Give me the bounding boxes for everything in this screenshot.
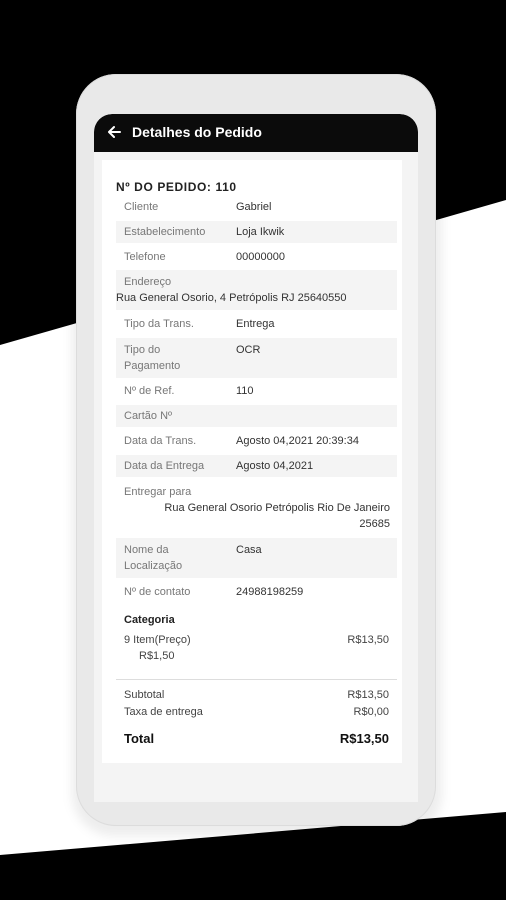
field-row-ref: Nº de Ref. 110 <box>116 380 397 402</box>
field-row-data-entrega: Data da Entrega Agosto 04,2021 <box>116 455 397 477</box>
field-label: Tipo da Trans. <box>124 318 194 330</box>
field-value: Casa <box>236 544 262 556</box>
delivery-fee-label: Taxa de entrega <box>124 706 203 718</box>
field-label: Telefone <box>124 251 166 263</box>
field-value: 25685 <box>359 518 390 530</box>
field-row-estabelecimento: Estabelecimento Loja Ikwik <box>116 221 397 243</box>
field-label: Cartão Nº <box>124 410 173 422</box>
item-total: R$13,50 <box>347 634 389 646</box>
field-value: Agosto 04,2021 20:39:34 <box>236 435 359 447</box>
phone-screen: Detalhes do Pedido Nº DO PEDIDO: 110 Cli… <box>94 114 418 802</box>
total-label: Total <box>124 731 155 746</box>
field-label: Entregar para <box>124 486 192 498</box>
page-title: Detalhes do Pedido <box>132 124 262 140</box>
field-value: 00000000 <box>236 251 285 263</box>
field-value: Gabriel <box>236 201 272 213</box>
field-value: Loja Ikwik <box>236 226 285 238</box>
field-row-tipo-pagamento: Tipo do Pagamento OCR <box>116 338 397 378</box>
field-row-telefone: Telefone 00000000 <box>116 246 397 268</box>
field-value: 110 <box>236 385 254 397</box>
delivery-fee-value: R$0,00 <box>353 706 389 718</box>
field-value: Rua General Osorio, 4 Petrópolis RJ 2564… <box>116 292 347 304</box>
divider <box>116 679 397 680</box>
order-details-card: Nº DO PEDIDO: 110 Cliente Gabriel Estabe… <box>102 160 402 763</box>
back-arrow-icon[interactable] <box>106 124 122 140</box>
field-value: 24988198259 <box>236 586 304 598</box>
field-label: Cliente <box>124 201 159 213</box>
field-row-nome-localizacao: Nome da Localização Casa <box>116 538 397 578</box>
item-quantity-price: 9 Item(Preço) <box>124 634 191 646</box>
field-row-cartao: Cartão Nº <box>116 405 397 427</box>
order-number-title: Nº DO PEDIDO: 110 <box>116 180 237 194</box>
field-label: Data da Trans. <box>124 435 197 447</box>
field-row-endereco: Endereço Rua General Osorio, 4 Petrópoli… <box>116 270 397 310</box>
field-row-contato: Nº de contato 24988198259 <box>116 581 397 603</box>
field-label: Nº de contato <box>124 586 191 598</box>
field-label: Endereço <box>124 276 172 288</box>
field-value: OCR <box>236 344 261 356</box>
subtotal-label: Subtotal <box>124 689 165 701</box>
field-value: Entrega <box>236 318 275 330</box>
field-label: Tipo do <box>124 344 161 356</box>
field-value: Agosto 04,2021 <box>236 460 314 472</box>
field-row-cliente: Cliente Gabriel <box>116 196 397 218</box>
field-label: Data da Entrega <box>124 460 205 472</box>
item-unit-price: R$1,50 <box>139 650 175 662</box>
total-value: R$13,50 <box>339 731 389 746</box>
category-title: Categoria <box>124 614 175 626</box>
field-label: Pagamento <box>124 360 181 372</box>
field-label: Localização <box>124 560 183 572</box>
field-label: Estabelecimento <box>124 226 206 238</box>
field-label: Nº de Ref. <box>124 385 175 397</box>
subtotal-value: R$13,50 <box>347 689 389 701</box>
field-row-tipo-trans: Tipo da Trans. Entrega <box>116 313 397 335</box>
field-label: Nome da <box>124 544 169 556</box>
app-bar: Detalhes do Pedido <box>94 114 418 152</box>
field-row-data-trans: Data da Trans. Agosto 04,2021 20:39:34 <box>116 430 397 452</box>
field-value: Rua General Osorio Petrópolis Rio De Jan… <box>164 502 390 514</box>
field-row-entregar-para: Entregar para Rua General Osorio Petrópo… <box>116 480 397 536</box>
